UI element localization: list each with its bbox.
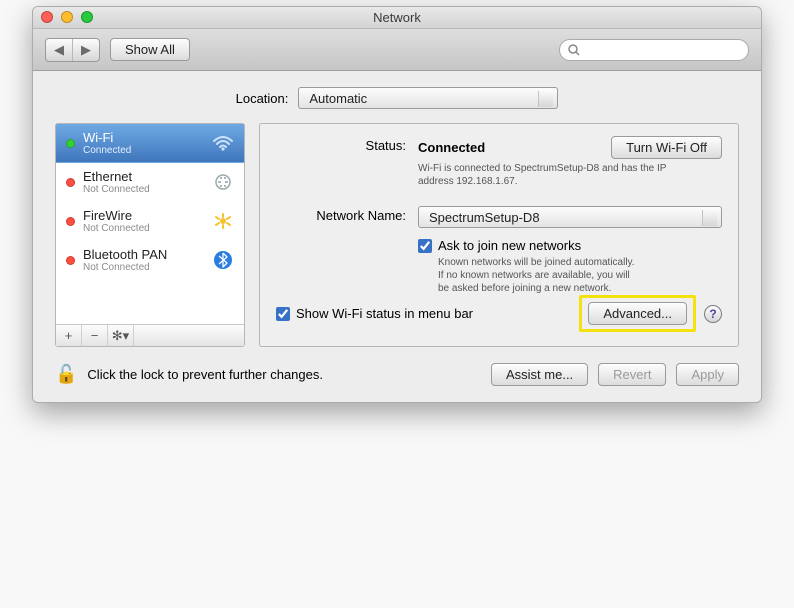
help-button[interactable]: ? xyxy=(704,305,722,323)
forward-icon[interactable]: ▶ xyxy=(73,39,99,61)
lock-text: Click the lock to prevent further change… xyxy=(87,367,323,382)
status-value: Connected xyxy=(418,140,485,155)
status-dot-icon xyxy=(66,139,75,148)
toolbar: ◀ ▶ Show All xyxy=(33,29,761,71)
show-all-button[interactable]: Show All xyxy=(110,38,190,61)
bluetooth-icon xyxy=(212,250,236,270)
zoom-icon[interactable] xyxy=(81,11,93,23)
network-name-popup[interactable]: SpectrumSetup-D8 ▲▼ xyxy=(418,206,722,228)
main-panel: Status: Connected Turn Wi-Fi Off Wi-Fi i… xyxy=(259,123,739,347)
firewire-icon xyxy=(212,212,236,230)
wifi-toggle-button[interactable]: Turn Wi-Fi Off xyxy=(611,136,722,159)
add-service-button[interactable]: + xyxy=(56,325,82,346)
sidebar-item-bluetooth[interactable]: Bluetooth PAN Not Connected xyxy=(56,241,244,280)
ethernet-icon xyxy=(212,173,236,191)
service-sidebar: Wi-Fi Connected Ethernet Not Connected xyxy=(55,123,245,347)
minimize-icon[interactable] xyxy=(61,11,73,23)
service-list: Wi-Fi Connected Ethernet Not Connected xyxy=(56,124,244,324)
wifi-icon xyxy=(212,134,236,152)
sidebar-item-ethernet[interactable]: Ethernet Not Connected xyxy=(56,163,244,202)
chevron-updown-icon: ▲▼ xyxy=(706,211,714,225)
status-dot-icon xyxy=(66,178,75,187)
close-icon[interactable] xyxy=(41,11,53,23)
window-controls xyxy=(41,11,93,23)
location-popup[interactable]: Automatic ▲▼ xyxy=(298,87,558,109)
status-label: Status: xyxy=(276,136,406,153)
status-dot-icon xyxy=(66,217,75,226)
sidebar-item-firewire[interactable]: FireWire Not Connected xyxy=(56,202,244,241)
apply-button[interactable]: Apply xyxy=(676,363,739,386)
columns: Wi-Fi Connected Ethernet Not Connected xyxy=(55,123,739,347)
network-name-label: Network Name: xyxy=(276,206,406,223)
sidebar-item-wifi[interactable]: Wi-Fi Connected xyxy=(56,124,244,163)
advanced-button[interactable]: Advanced... xyxy=(588,302,687,325)
lock-row: 🔓 Click the lock to prevent further chan… xyxy=(55,363,739,386)
ask-join-description: Known networks will be joined automatica… xyxy=(438,256,718,295)
network-prefs-window: Network ◀ ▶ Show All Location: Automatic… xyxy=(32,6,762,403)
titlebar: Network xyxy=(33,7,761,29)
window-title: Network xyxy=(373,10,421,25)
status-dot-icon xyxy=(66,256,75,265)
location-label: Location: xyxy=(236,91,289,106)
ask-join-checkbox-input[interactable] xyxy=(418,239,432,253)
content: Location: Automatic ▲▼ Wi-Fi Connected xyxy=(33,71,761,402)
remove-service-button[interactable]: − xyxy=(82,325,108,346)
revert-button[interactable]: Revert xyxy=(598,363,666,386)
lock-icon[interactable]: 🔓 xyxy=(55,364,77,385)
back-icon[interactable]: ◀ xyxy=(46,39,73,61)
ask-join-checkbox[interactable]: Ask to join new networks xyxy=(418,238,722,253)
status-description: Wi-Fi is connected to SpectrumSetup-D8 a… xyxy=(418,162,698,188)
search-icon xyxy=(568,44,580,56)
search-input[interactable] xyxy=(559,39,749,61)
advanced-highlight: Advanced... xyxy=(579,295,696,332)
nav-back-forward[interactable]: ◀ ▶ xyxy=(45,38,100,62)
service-actions-button[interactable]: ✻▾ xyxy=(108,325,134,346)
menubar-checkbox-input[interactable] xyxy=(276,307,290,321)
chevron-updown-icon: ▲▼ xyxy=(542,92,550,106)
location-row: Location: Automatic ▲▼ xyxy=(55,87,739,109)
menubar-status-checkbox[interactable]: Show Wi-Fi status in menu bar xyxy=(276,306,473,321)
assist-me-button[interactable]: Assist me... xyxy=(491,363,588,386)
sidebar-footer: + − ✻▾ xyxy=(56,324,244,346)
